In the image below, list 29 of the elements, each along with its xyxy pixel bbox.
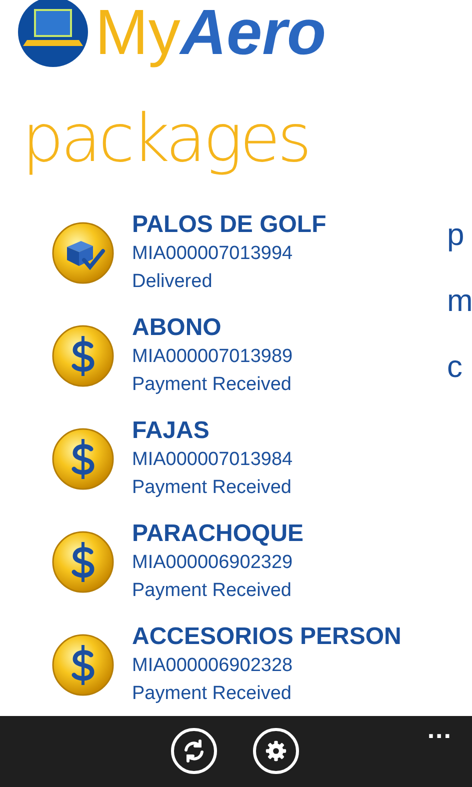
tracking-number: MIA000007013984 — [132, 448, 293, 472]
package-name: PALOS DE GOLF — [132, 210, 326, 240]
more-button[interactable]: ... — [427, 716, 452, 742]
package-name: PARACHOQUE — [132, 518, 304, 549]
tracking-number: MIA000006902329 — [132, 550, 294, 575]
package-status: Payment Received — [132, 578, 292, 603]
tracking-number: MIA000007013989 — [132, 345, 293, 370]
laptop-logo-icon — [17, 0, 89, 68]
refresh-icon — [182, 739, 206, 763]
package-status: Payment Received — [132, 682, 292, 706]
next-pane-text: p — [447, 216, 466, 254]
dollar-coin-icon — [51, 530, 115, 594]
dollar-coin-icon — [51, 632, 115, 697]
package-status: Payment Received — [132, 476, 292, 500]
dollar-coin-icon — [51, 324, 115, 388]
package-status: Payment Received — [132, 373, 292, 398]
next-pane-text: m — [447, 282, 472, 320]
dollar-coin-icon — [51, 426, 115, 491]
package-status: Delivered — [132, 270, 214, 294]
settings-icon — [264, 740, 286, 762]
settings-button[interactable] — [252, 728, 298, 774]
next-pane-text: c — [447, 348, 464, 386]
package-name: ABONO — [132, 313, 222, 344]
package-name: ACCESORIOS PERSON — [132, 622, 402, 652]
refresh-button[interactable] — [170, 728, 216, 774]
tracking-number: MIA000006902328 — [132, 654, 294, 678]
tracking-number: MIA000007013994 — [132, 242, 294, 266]
box-check-icon — [51, 221, 115, 286]
package-name: FAJAS — [132, 416, 210, 446]
